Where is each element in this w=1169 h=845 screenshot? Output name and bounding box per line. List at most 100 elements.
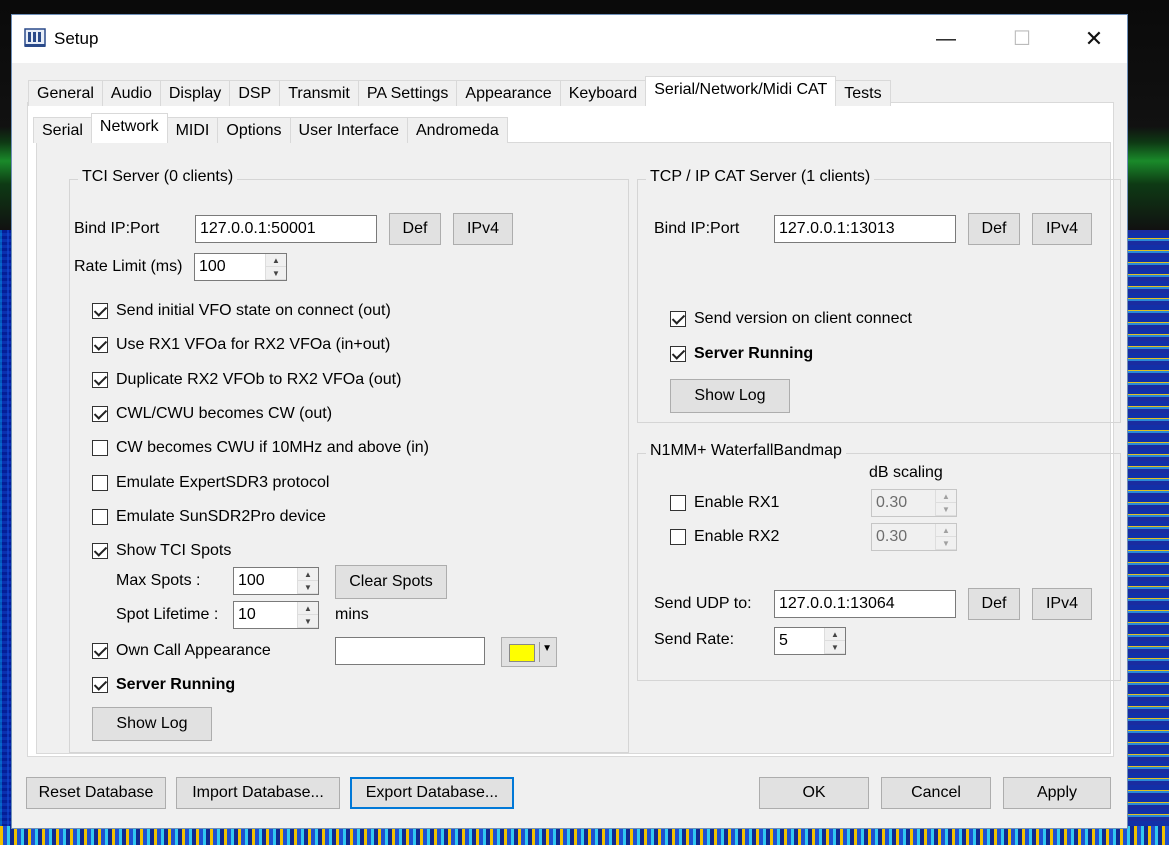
tci-option-label: Emulate ExpertSDR3 protocol [116, 473, 330, 491]
tci-ipv4-button[interactable]: IPv4 [453, 213, 513, 245]
tci-option-checkbox[interactable]: CWL/CWU becomes CW (out) [92, 405, 332, 423]
tci-option-label: Send initial VFO state on connect (out) [116, 302, 391, 319]
stepper-up-icon[interactable]: ▲ [298, 568, 318, 581]
stepper-up-icon[interactable]: ▲ [825, 628, 845, 641]
checkbox-check-icon [670, 346, 686, 362]
send-version-checkbox[interactable]: Send version on client connect [670, 310, 912, 328]
tci-option-checkbox[interactable]: Use RX1 VFOa for RX2 VFOa (in+out) [92, 336, 390, 354]
stepper-down-icon[interactable]: ▼ [825, 641, 845, 654]
stepper-up-icon[interactable]: ▲ [266, 254, 286, 267]
tab-audio[interactable]: Audio [101, 80, 161, 106]
rx2-db-scaling-stepper[interactable]: 0.30 ▲ ▼ [871, 523, 957, 551]
checkbox-check-icon [670, 311, 686, 327]
color-swatch-icon [509, 644, 535, 662]
checkbox-check-icon [92, 371, 108, 388]
db-scaling-label: dB scaling [869, 464, 943, 481]
subtab-user-interface[interactable]: User Interface [289, 117, 408, 143]
tci-show-log-button[interactable]: Show Log [92, 707, 212, 741]
tab-appearance[interactable]: Appearance [456, 80, 561, 106]
checkbox-check-icon [92, 543, 108, 560]
stepper-down-icon[interactable]: ▼ [266, 267, 286, 280]
send-version-label: Send version on client connect [694, 310, 912, 327]
cat-show-log-button[interactable]: Show Log [670, 379, 790, 413]
tci-option-label: Show TCI Spots [116, 542, 232, 560]
tci-def-button[interactable]: Def [389, 213, 441, 245]
n1mm-def-button[interactable]: Def [968, 588, 1020, 620]
enable-rx1-checkbox[interactable]: Enable RX1 [670, 494, 779, 512]
send-rate-value: 5 [779, 632, 788, 649]
tab-tests[interactable]: Tests [835, 80, 891, 106]
tab-serial-network-midi-cat[interactable]: Serial/Network/Midi CAT [645, 76, 837, 106]
max-spots-stepper[interactable]: 100 ▲ ▼ [233, 567, 319, 595]
tci-rate-limit-value: 100 [199, 258, 226, 275]
tci-option-checkbox[interactable]: Emulate SunSDR2Pro device [92, 508, 326, 526]
spot-lifetime-label: Spot Lifetime : [116, 606, 219, 623]
send-rate-stepper[interactable]: 5 ▲ ▼ [774, 627, 846, 655]
subtab-serial[interactable]: Serial [33, 117, 92, 143]
checkbox-icon [670, 529, 686, 545]
minimize-button[interactable]: — [926, 21, 966, 57]
stepper-down-icon[interactable]: ▼ [936, 537, 956, 550]
cat-bind-input[interactable]: 127.0.0.1:13013 [774, 215, 956, 243]
own-call-color-picker[interactable]: ▼ [501, 637, 557, 667]
own-call-appearance-label: Own Call Appearance [116, 642, 271, 659]
n1mm-ipv4-button[interactable]: IPv4 [1032, 588, 1092, 620]
cancel-button[interactable]: Cancel [881, 777, 991, 809]
checkbox-icon [92, 508, 108, 525]
stepper-up-icon[interactable]: ▲ [298, 602, 318, 615]
tab-transmit[interactable]: Transmit [279, 80, 359, 106]
stepper-down-icon[interactable]: ▼ [298, 615, 318, 628]
max-spots-label: Max Spots : [116, 572, 201, 589]
rx1-db-value: 0.30 [876, 494, 908, 511]
stepper-down-icon[interactable]: ▼ [298, 581, 318, 594]
own-call-appearance-checkbox[interactable]: Own Call Appearance [92, 642, 271, 660]
tab-keyboard[interactable]: Keyboard [559, 80, 647, 106]
cat-server-title: TCP / IP CAT Server (1 clients) [646, 168, 875, 186]
rx1-db-scaling-stepper[interactable]: 0.30 ▲ ▼ [871, 489, 957, 517]
ok-button[interactable]: OK [759, 777, 869, 809]
export-database-button[interactable]: Export Database... [350, 777, 514, 809]
tci-option-checkbox[interactable]: Emulate ExpertSDR3 protocol [92, 474, 329, 492]
send-udp-input[interactable]: 127.0.0.1:13064 [774, 590, 956, 618]
tci-option-checkbox[interactable]: Send initial VFO state on connect (out) [92, 302, 391, 320]
tci-option-checkbox[interactable]: Duplicate RX2 VFOb to RX2 VFOa (out) [92, 371, 401, 389]
cat-bind-label: Bind IP:Port [654, 220, 740, 237]
cat-ipv4-button[interactable]: IPv4 [1032, 213, 1092, 245]
tci-bind-input[interactable]: 127.0.0.1:50001 [195, 215, 377, 243]
stepper-up-icon[interactable]: ▲ [936, 490, 956, 503]
cat-def-button[interactable]: Def [968, 213, 1020, 245]
window-title: Setup [54, 29, 99, 48]
send-udp-label: Send UDP to: [654, 595, 752, 612]
title-bar[interactable]: Setup — ☐ ✕ [12, 15, 1127, 63]
tab-pa-settings[interactable]: PA Settings [357, 80, 458, 106]
tci-option-checkbox[interactable]: Show TCI Spots [92, 542, 231, 560]
spot-lifetime-stepper[interactable]: 10 ▲ ▼ [233, 601, 319, 629]
tci-rate-limit-stepper[interactable]: 100 ▲ ▼ [194, 253, 287, 281]
import-database-button[interactable]: Import Database... [176, 777, 340, 809]
tci-server-running-checkbox[interactable]: Server Running [92, 676, 235, 694]
subtab-andromeda[interactable]: Andromeda [407, 117, 508, 143]
subtab-network[interactable]: Network [90, 113, 168, 143]
maximize-button[interactable]: ☐ [1002, 21, 1042, 57]
tab-display[interactable]: Display [159, 80, 231, 106]
tci-option-checkbox[interactable]: CW becomes CWU if 10MHz and above (in) [92, 439, 429, 457]
tab-dsp[interactable]: DSP [229, 80, 281, 106]
apply-button[interactable]: Apply [1003, 777, 1111, 809]
subtab-midi[interactable]: MIDI [166, 117, 219, 143]
cat-server-running-checkbox[interactable]: Server Running [670, 345, 813, 363]
stepper-down-icon[interactable]: ▼ [936, 503, 956, 516]
tab-general[interactable]: General [28, 80, 103, 106]
clear-spots-button[interactable]: Clear Spots [335, 565, 447, 599]
enable-rx2-checkbox[interactable]: Enable RX2 [670, 528, 779, 546]
own-call-input[interactable] [335, 637, 485, 665]
reset-database-button[interactable]: Reset Database [26, 777, 166, 809]
max-spots-value: 100 [238, 572, 265, 589]
stepper-up-icon[interactable]: ▲ [936, 524, 956, 537]
checkbox-check-icon [92, 337, 108, 354]
close-button[interactable]: ✕ [1074, 21, 1114, 57]
checkbox-icon [670, 495, 686, 511]
tci-option-label: Duplicate RX2 VFOb to RX2 VFOa (out) [116, 370, 402, 388]
checkbox-icon [92, 440, 108, 457]
subtab-options[interactable]: Options [217, 117, 291, 143]
tci-server-title: TCI Server (0 clients) [78, 168, 238, 186]
